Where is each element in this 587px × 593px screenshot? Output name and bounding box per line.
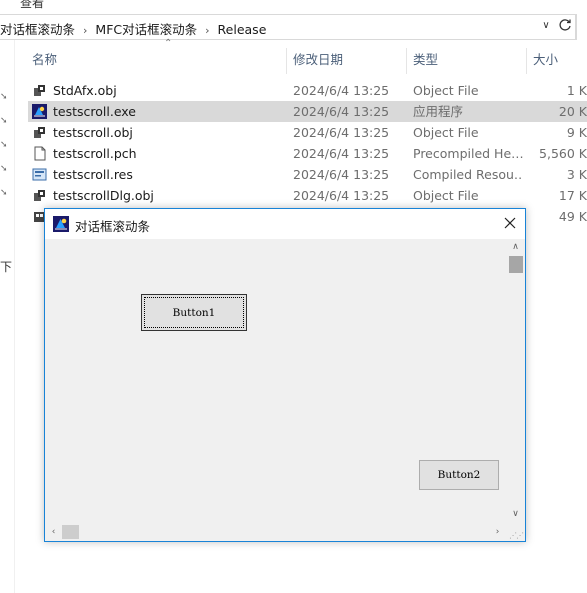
file-type: Compiled Resou…	[413, 167, 523, 182]
column-divider[interactable]	[526, 48, 527, 74]
file-date: 2024/6/4 13:25	[293, 125, 390, 140]
breadcrumb-item[interactable]: Release	[218, 22, 267, 37]
search-box-edge[interactable]	[576, 14, 587, 40]
file-name: testscroll.res	[53, 167, 133, 182]
file-size: 49 K	[558, 209, 587, 224]
breadcrumb-item[interactable]: MFC对话框滚动条	[95, 22, 197, 37]
pin-icon[interactable]: ➘	[0, 92, 10, 104]
file-size: 20 K	[558, 104, 587, 119]
column-name[interactable]: 名称	[32, 46, 57, 74]
vertical-scroll-thumb[interactable]	[509, 256, 523, 273]
breadcrumb: 对话框滚动条 › MFC对话框滚动条 › Release	[0, 19, 266, 38]
file-row[interactable]: StdAfx.obj 2024/6/4 13:25 Object File 1 …	[28, 80, 587, 101]
breadcrumb-item[interactable]: 对话框滚动条	[0, 22, 75, 37]
column-type[interactable]: 类型	[413, 46, 438, 74]
file-type: 应用程序	[413, 104, 464, 119]
column-divider[interactable]	[406, 48, 407, 74]
vertical-scrollbar[interactable]: ∧ ∨	[506, 239, 525, 523]
pin-icon[interactable]: ➘	[0, 188, 10, 200]
file-name: testscroll.obj	[53, 125, 133, 140]
scroll-up-arrow-icon[interactable]: ∧	[506, 239, 525, 256]
nav-item-cut[interactable]: 下	[0, 258, 12, 275]
app-icon	[53, 216, 69, 232]
grip-dots-icon: ⋰⋰	[509, 531, 524, 540]
resize-grip[interactable]: ⋰⋰	[506, 523, 525, 541]
chevron-right-icon[interactable]: ›	[83, 24, 87, 37]
file-name: testscroll.exe	[53, 104, 136, 119]
file-type: Object File	[413, 188, 479, 203]
file-date: 2024/6/4 13:25	[293, 104, 390, 119]
column-divider[interactable]	[286, 48, 287, 74]
column-size[interactable]: 大小	[533, 46, 558, 74]
dialog-window[interactable]: 对话框滚动条 Button1 Button2 ∧ ∨ ‹ › ⋰⋰	[44, 208, 526, 542]
file-size: 3 K	[566, 167, 587, 182]
file-row[interactable]: testscroll.res 2024/6/4 13:25 Compiled R…	[28, 164, 587, 185]
close-icon[interactable]	[497, 212, 523, 236]
column-header: ⌃ 名称 修改日期 类型 大小	[14, 38, 587, 74]
scroll-down-arrow-icon[interactable]: ∨	[506, 506, 525, 523]
chevron-right-icon[interactable]: ›	[205, 24, 209, 37]
file-row[interactable]: testscroll.pch 2024/6/4 13:25 Precompile…	[28, 143, 587, 164]
res-file-icon	[32, 168, 47, 181]
dialog-title: 对话框滚动条	[75, 219, 151, 234]
ribbon-cut: 查看	[0, 0, 587, 10]
scroll-right-arrow-icon[interactable]: ›	[489, 523, 506, 541]
dialog-title-bar[interactable]: 对话框滚动条	[45, 209, 525, 239]
dialog-client-area: Button1 Button2 ∧ ∨ ‹ › ⋰⋰	[45, 239, 525, 541]
file-name: StdAfx.obj	[53, 83, 117, 98]
column-date[interactable]: 修改日期	[293, 46, 343, 74]
obj-file-icon	[34, 190, 45, 201]
file-size: 9 K	[566, 125, 587, 140]
obj-file-icon	[34, 127, 45, 138]
ribbon-view-tab[interactable]: 查看	[20, 0, 44, 10]
horizontal-scroll-thumb[interactable]	[62, 525, 79, 539]
file-date: 2024/6/4 13:25	[293, 146, 390, 161]
button2[interactable]: Button2	[419, 460, 499, 490]
file-size: 17 K	[558, 188, 587, 203]
file-type: Object File	[413, 83, 479, 98]
chevron-down-icon[interactable]: ∨	[540, 20, 552, 34]
file-date: 2024/6/4 13:25	[293, 188, 390, 203]
file-type: Object File	[413, 125, 479, 140]
obj-file-icon	[34, 85, 45, 96]
pin-icon[interactable]: ➘	[0, 116, 10, 128]
horizontal-scrollbar[interactable]: ‹ ›	[45, 523, 506, 541]
file-row[interactable]: testscroll.obj 2024/6/4 13:25 Object Fil…	[28, 122, 587, 143]
address-bar[interactable]: 对话框滚动条 › MFC对话框滚动条 › Release ∨	[0, 14, 576, 40]
file-name: testscrollDlg.obj	[53, 188, 154, 203]
refresh-icon[interactable]	[557, 18, 573, 36]
pin-icon[interactable]: ➘	[0, 164, 10, 176]
file-size: 5,560 K	[539, 146, 587, 161]
file-row[interactable]: testscrollDlg.obj 2024/6/4 13:25 Object …	[28, 185, 587, 206]
file-type: Precompiled He…	[413, 146, 523, 161]
pin-icon[interactable]: ➘	[0, 140, 10, 152]
pch-file-icon	[34, 146, 46, 161]
file-name: testscroll.pch	[53, 146, 137, 161]
scroll-left-arrow-icon[interactable]: ‹	[45, 523, 62, 541]
file-size: 1 K	[566, 83, 587, 98]
file-date: 2024/6/4 13:25	[293, 83, 390, 98]
file-row[interactable]: testscroll.exe 2024/6/4 13:25 应用程序 20 K	[28, 101, 587, 122]
file-date: 2024/6/4 13:25	[293, 167, 390, 182]
button1[interactable]: Button1	[141, 294, 247, 331]
sort-ascending-icon: ⌃	[164, 38, 173, 49]
exe-file-icon	[32, 104, 47, 119]
